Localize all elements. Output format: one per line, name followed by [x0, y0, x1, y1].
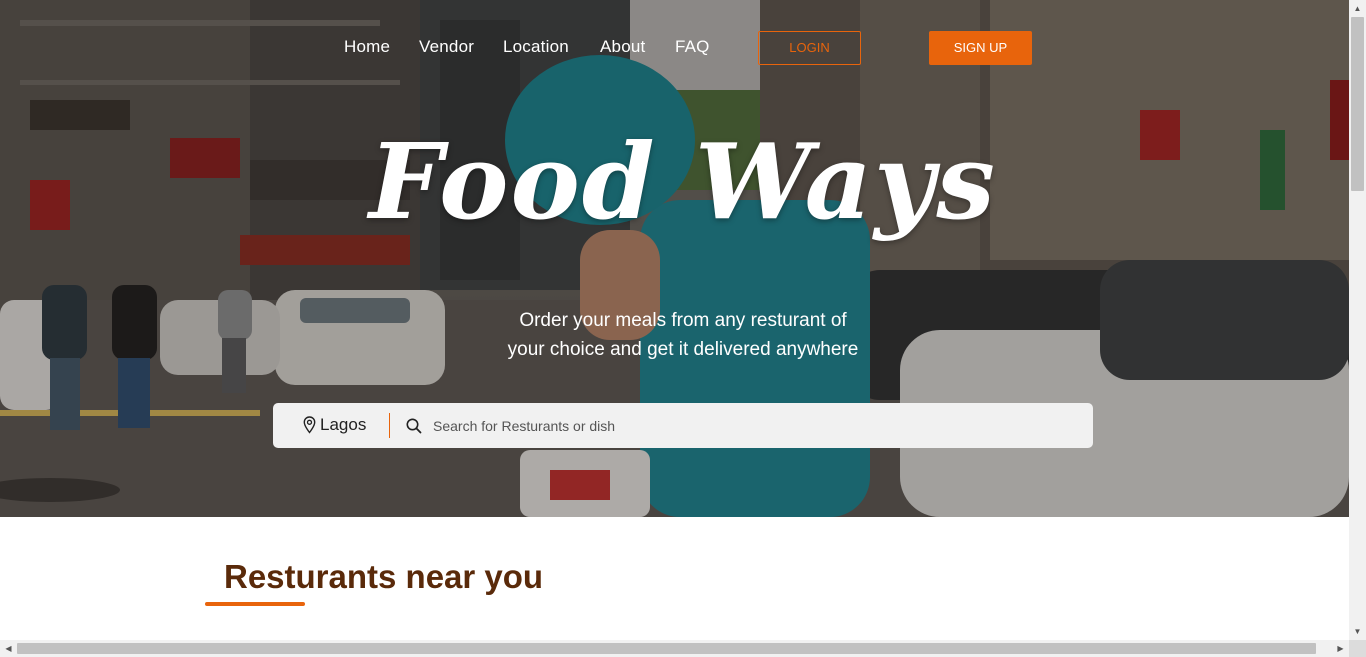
- search-bar: Lagos: [273, 403, 1093, 448]
- horizontal-scroll-thumb[interactable]: [17, 643, 1316, 654]
- horizontal-scrollbar[interactable]: ◀ ▶: [0, 640, 1349, 657]
- tagline-line-1: Order your meals from any resturant of: [519, 310, 847, 331]
- location-label: Lagos: [320, 415, 367, 434]
- scroll-up-arrow-icon[interactable]: ▲: [1349, 0, 1366, 17]
- login-button[interactable]: LOGIN: [758, 31, 861, 65]
- scroll-left-arrow-icon[interactable]: ◀: [0, 640, 17, 657]
- scrollbar-corner: [1349, 640, 1366, 657]
- signup-button[interactable]: SIGN UP: [929, 31, 1032, 65]
- tagline-line-2: your choice and get it delivered anywher…: [507, 339, 859, 360]
- hero-tagline: Order your meals from any resturant of y…: [433, 306, 933, 364]
- nav-faq-link[interactable]: FAQ: [675, 37, 710, 57]
- brand-logo: Food Ways: [369, 120, 997, 243]
- hero-banner: Home Vendor Location About FAQ LOGIN SIG…: [0, 0, 1349, 517]
- nav-location-link[interactable]: Location: [503, 37, 569, 57]
- nav-home-link[interactable]: Home: [344, 37, 390, 57]
- section-title: Resturants near you: [224, 558, 544, 595]
- section-title-underline: [205, 602, 305, 606]
- scroll-right-arrow-icon[interactable]: ▶: [1332, 640, 1349, 657]
- magnifier-icon: [406, 418, 422, 434]
- vertical-scrollbar[interactable]: ▲ ▼: [1349, 0, 1366, 640]
- page: Home Vendor Location About FAQ LOGIN SIG…: [0, 0, 1349, 640]
- vertical-scroll-thumb[interactable]: [1351, 17, 1364, 191]
- search-input[interactable]: [433, 411, 1073, 440]
- map-pin-icon: [303, 416, 316, 434]
- nav-about-link[interactable]: About: [600, 37, 645, 57]
- scroll-down-arrow-icon[interactable]: ▼: [1349, 623, 1366, 640]
- nav-vendor-link[interactable]: Vendor: [419, 37, 474, 57]
- search-divider: [389, 413, 390, 438]
- top-navigation: Home Vendor Location About FAQ LOGIN SIG…: [0, 30, 1349, 66]
